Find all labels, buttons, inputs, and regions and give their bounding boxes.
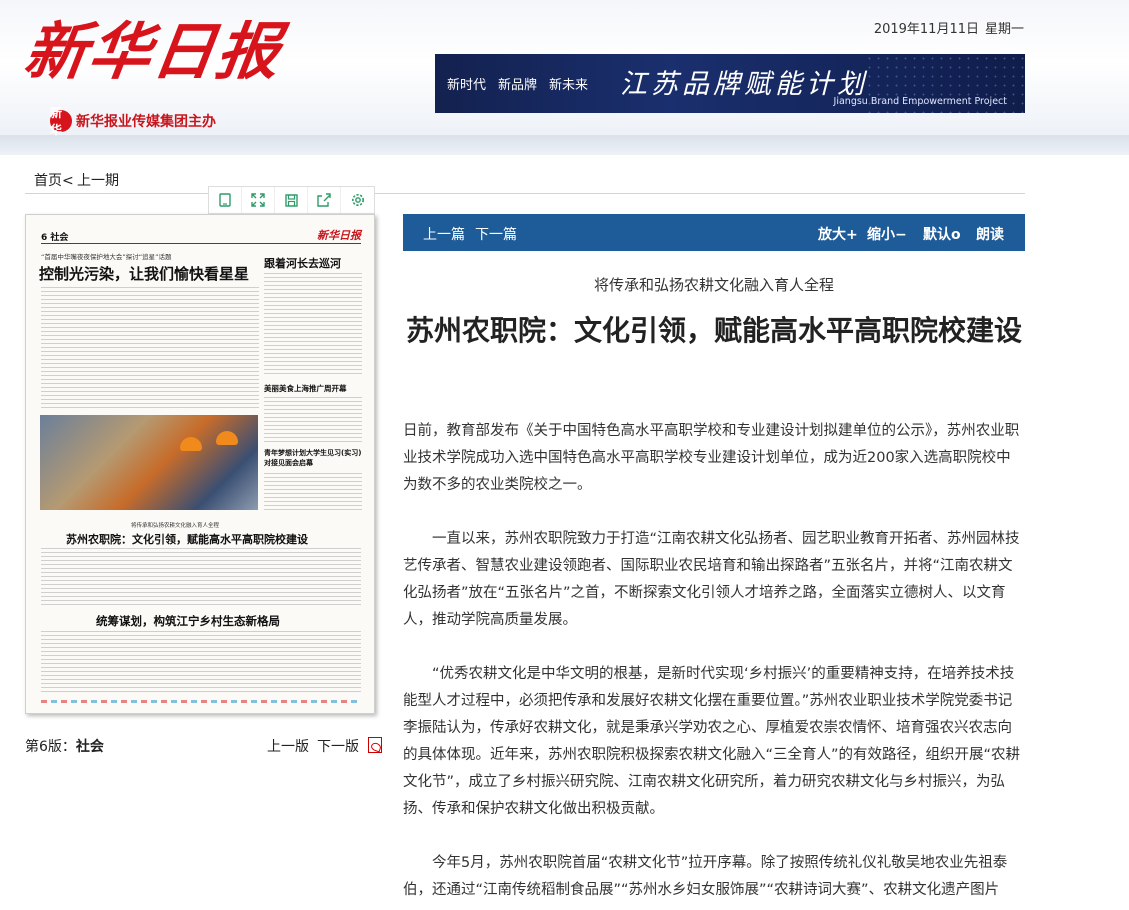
page-label-prefix: 第6版： <box>25 739 76 755</box>
breadcrumb-separator: < <box>62 173 74 189</box>
banner-slogan: 新未来 <box>549 78 589 93</box>
article-paragraph: 一直以来，苏州农职院致力于打造“江南农耕文化弘扬者、园艺职业教育开拓者、苏州园林… <box>403 531 1020 628</box>
banner-title: 江苏品牌赋能计划 <box>620 69 868 100</box>
paper-article-headline[interactable]: 苏州农职院：文化引领，赋能高水平高职院校建设 <box>66 531 308 547</box>
next-article-link[interactable]: 下一篇 <box>475 224 517 244</box>
fullscreen-icon[interactable] <box>242 187 275 213</box>
weekday-text: 星期一 <box>984 22 1024 37</box>
prev-page-link[interactable]: 上一版 <box>267 739 309 755</box>
page-toolbar <box>208 186 375 214</box>
paper-text-column[interactable] <box>264 473 362 513</box>
paper-article-headline[interactable]: 统筹谋划，构筑江宁乡村生态新格局 <box>96 613 280 629</box>
paper-text-column[interactable] <box>264 397 362 443</box>
publisher-text: 新华报业传媒集团主办 <box>76 114 216 130</box>
header-divider <box>0 135 1129 155</box>
date-text: 2019年11月11日 <box>873 22 979 37</box>
paper-article-headline[interactable]: 跟着河长去巡河 <box>264 255 341 271</box>
publisher-logo-icon: 新华 <box>50 106 72 137</box>
banner-subtitle: Jiangsu Brand Empowerment Project <box>833 96 1007 107</box>
paper-text-column[interactable] <box>41 548 361 606</box>
paper-text-column[interactable] <box>41 631 361 695</box>
page-nav: 上一版 下一版 <box>267 736 359 756</box>
prev-article-link[interactable]: 上一篇 <box>423 224 465 244</box>
default-size-button[interactable]: 默认o <box>923 224 961 244</box>
paper-page-number: 6 <box>41 233 48 243</box>
paper-text-column[interactable] <box>41 287 259 409</box>
article-paragraph: 今年5月，苏州农职院首届“农耕文化节”拉开序幕。除了按照传统礼仪礼敬吴地农业先祖… <box>403 855 1008 898</box>
hard-hat-shape <box>216 431 238 445</box>
prev-issue-link[interactable]: 上一期 <box>77 170 119 190</box>
paper-article-headline[interactable]: 美丽美食上海推广周开幕 <box>264 383 347 394</box>
article-toolbar: 上一篇 下一篇 放大+ 缩小− 默认o 朗读 <box>403 214 1025 251</box>
page-section: 社会 <box>75 739 104 755</box>
brand-banner[interactable]: 新时代 新品牌 新未来 江苏品牌赋能计划 Jiangsu Brand Empower… <box>435 54 1025 113</box>
article-paragraph: 日前，教育部发布《关于中国特色高水平高职学校和专业建设计划拟建单位的公示》，苏州… <box>403 423 1020 493</box>
paper-section: 社会 <box>50 233 69 243</box>
next-page-link[interactable]: 下一版 <box>317 739 359 755</box>
paper-masthead: 6 社会 新华日报 <box>41 229 361 244</box>
hard-hat-shape <box>180 437 202 451</box>
breadcrumb: 首页< 上一期 <box>25 168 1025 194</box>
article-body: 日前，教育部发布《关于中国特色高水平高职学校和专业建设计划拟建单位的公示》，苏州… <box>403 418 1025 910</box>
paper-kicker: “首届中华嘴夜夜保护地大会”探讨“追星”话题 <box>41 253 172 261</box>
article-paragraph: “优秀农耕文化是中华文明的根基，是新时代实现‘乡村振兴’的重要精神支持，在培养技… <box>403 666 1021 817</box>
copy-icon[interactable] <box>209 187 242 213</box>
paper-article-headline[interactable]: 青年梦想计划大学生见习(实习)对接见面会启幕 <box>264 448 364 468</box>
home-link[interactable]: 首页 <box>34 173 62 189</box>
paper-photo[interactable] <box>40 415 258 510</box>
article-subtitle: 将传承和弘扬农耕文化融入育人全程 <box>593 276 834 294</box>
banner-slogan: 新时代 <box>447 78 487 93</box>
article-title: 苏州农职院：文化引领，赋能高水平高职院校建设 <box>405 314 1022 347</box>
paper-footer-bar <box>41 700 361 703</box>
pdf-icon[interactable] <box>368 737 382 753</box>
read-aloud-button[interactable]: 朗读 <box>976 224 1004 244</box>
issue-date: 2019年11月11日 星期一 <box>874 18 1024 37</box>
banner-slogans: 新时代 新品牌 新未来 <box>447 74 600 93</box>
share-icon[interactable] <box>308 187 341 213</box>
paper-kicker: 将传承和弘扬农耕文化融入育人全程 <box>131 523 220 529</box>
zoom-in-button[interactable]: 放大+ <box>818 224 858 244</box>
paper-text-column[interactable] <box>264 273 362 377</box>
zoom-out-button[interactable]: 缩小− <box>867 224 907 244</box>
page-label: 第6版：社会 <box>25 736 104 756</box>
site-header: 新华日报 新华 新华报业传媒集团主办 2019年11月11日 星期一 新时代 新品牌… <box>0 0 1129 155</box>
newspaper-page-image[interactable]: 6 社会 新华日报 “首届中华嘴夜夜保护地大会”探讨“追星”话题 控制光污染，让… <box>25 214 375 714</box>
paper-logo: 新华日报 <box>317 229 361 242</box>
newspaper-logo[interactable]: 新华日报 <box>18 4 286 99</box>
save-icon[interactable] <box>275 187 308 213</box>
paper-article-headline[interactable]: 控制光污染，让我们愉快看星星 <box>39 263 249 284</box>
settings-icon[interactable] <box>341 187 374 213</box>
publisher-line: 新华 新华报业传媒集团主办 <box>50 106 216 137</box>
banner-slogan: 新品牌 <box>498 78 538 93</box>
